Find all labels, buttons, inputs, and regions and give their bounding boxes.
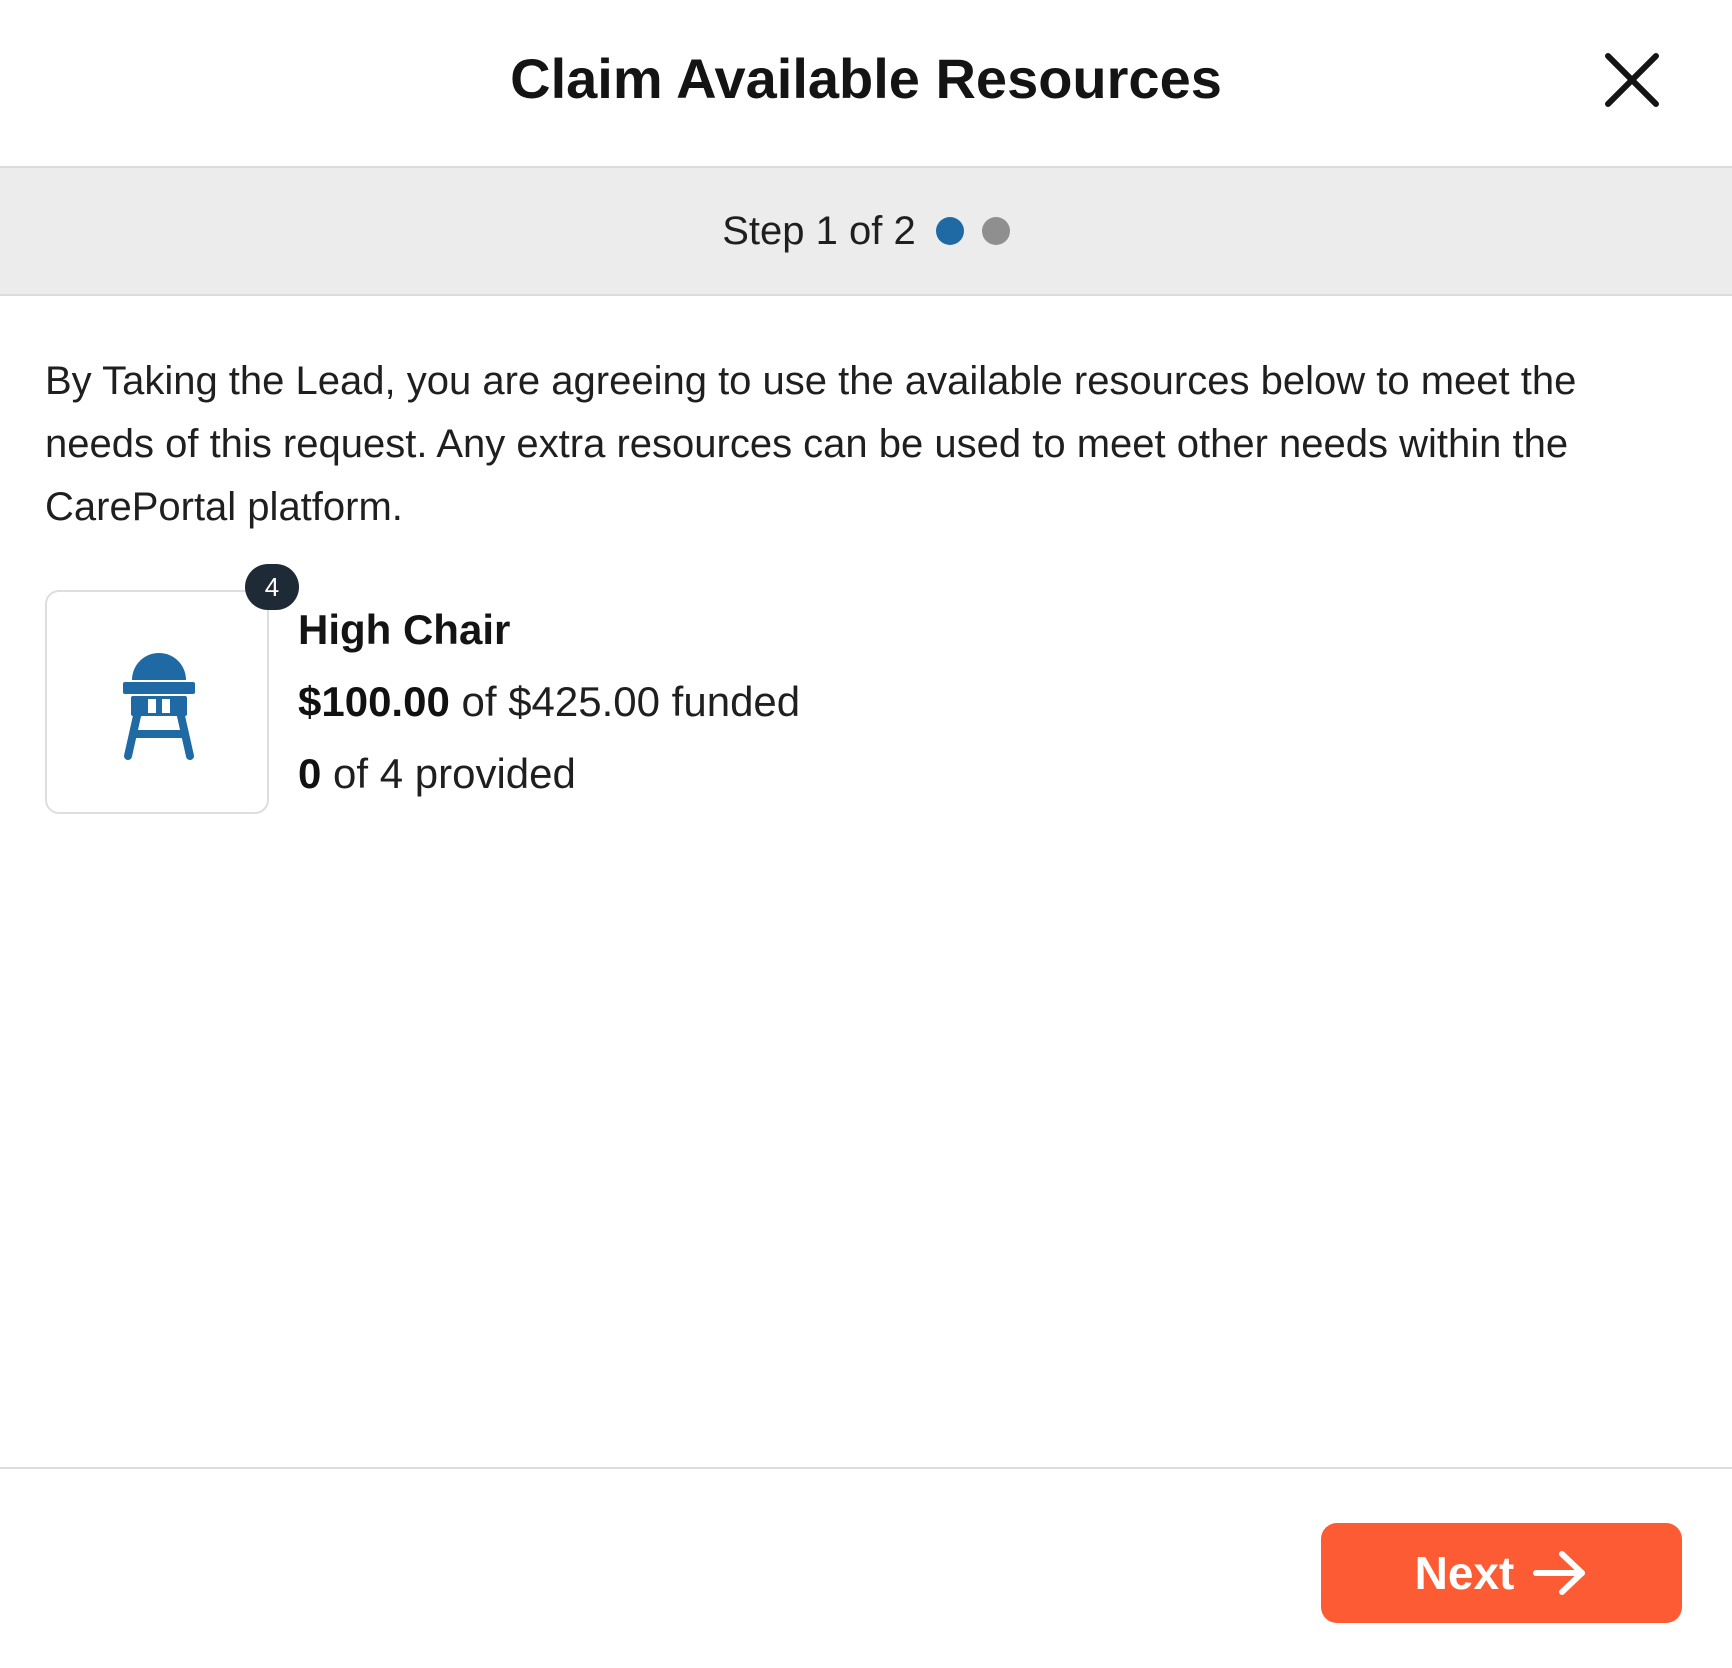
funded-status: $100.00 of $425.00 funded [298,676,800,728]
dialog-title: Claim Available Resources [510,47,1222,110]
next-button-label: Next [1414,1547,1515,1599]
provided-count: 0 [298,750,322,797]
arrow-right-icon [1533,1551,1586,1595]
step-dot-inactive [981,217,1010,245]
description-text: By Taking the Lead, you are agreeing to … [45,359,1577,529]
resource-name: High Chair [298,606,511,653]
dialog-header: Claim Available Resources [0,0,1732,168]
funded-total: of $425.00 funded [449,678,801,725]
step-dot-active [935,217,964,245]
provided-total: of 4 provided [321,750,576,797]
high-chair-icon [123,653,195,760]
provided-status: 0 of 4 provided [298,748,576,800]
resource-card [45,590,269,814]
step-indicator: Step 1 of 2 [0,168,1732,296]
close-button[interactable] [1600,48,1664,112]
step-label: Step 1 of 2 [722,208,916,253]
count-badge: 4 [245,564,299,610]
close-icon [1605,53,1659,107]
funded-amount: $100.00 [298,678,450,725]
next-button[interactable]: Next [1321,1523,1682,1623]
